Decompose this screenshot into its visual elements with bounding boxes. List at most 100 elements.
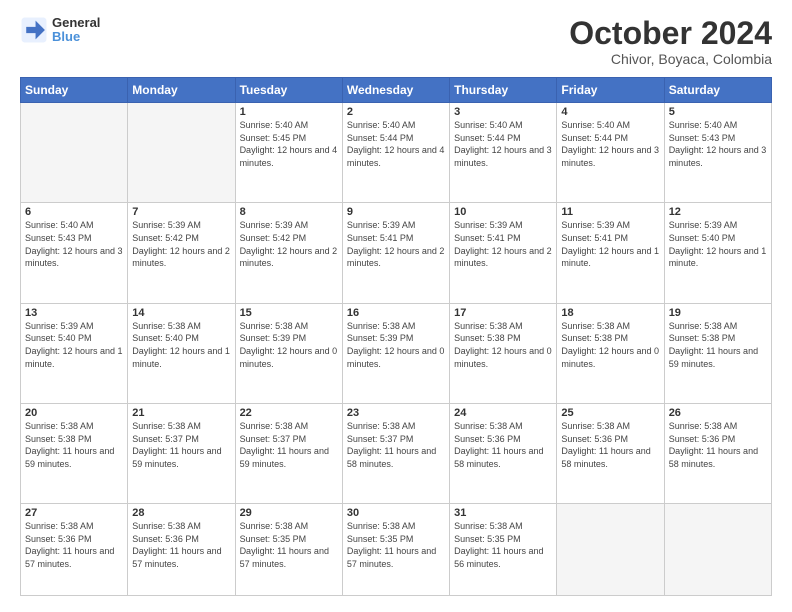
week-row-1: 6Sunrise: 5:40 AM Sunset: 5:43 PM Daylig… xyxy=(21,203,772,303)
day-cell: 9Sunrise: 5:39 AM Sunset: 5:41 PM Daylig… xyxy=(342,203,449,303)
day-info: Sunrise: 5:38 AM Sunset: 5:40 PM Dayligh… xyxy=(132,320,230,370)
day-number: 9 xyxy=(347,206,445,218)
day-number: 22 xyxy=(240,407,338,419)
day-cell: 12Sunrise: 5:39 AM Sunset: 5:40 PM Dayli… xyxy=(664,203,771,303)
day-cell: 17Sunrise: 5:38 AM Sunset: 5:38 PM Dayli… xyxy=(450,303,557,403)
logo-line2: Blue xyxy=(52,30,100,44)
day-number: 30 xyxy=(347,507,445,519)
day-number: 3 xyxy=(454,106,552,118)
day-number: 13 xyxy=(25,307,123,319)
day-number: 2 xyxy=(347,106,445,118)
day-info: Sunrise: 5:38 AM Sunset: 5:39 PM Dayligh… xyxy=(240,320,338,370)
day-info: Sunrise: 5:38 AM Sunset: 5:36 PM Dayligh… xyxy=(132,520,230,570)
day-number: 12 xyxy=(669,206,767,218)
day-cell: 13Sunrise: 5:39 AM Sunset: 5:40 PM Dayli… xyxy=(21,303,128,403)
calendar-table: Sunday Monday Tuesday Wednesday Thursday… xyxy=(20,77,772,596)
day-number: 1 xyxy=(240,106,338,118)
day-info: Sunrise: 5:38 AM Sunset: 5:36 PM Dayligh… xyxy=(669,420,767,470)
day-info: Sunrise: 5:38 AM Sunset: 5:35 PM Dayligh… xyxy=(240,520,338,570)
day-cell: 5Sunrise: 5:40 AM Sunset: 5:43 PM Daylig… xyxy=(664,103,771,203)
day-info: Sunrise: 5:38 AM Sunset: 5:36 PM Dayligh… xyxy=(25,520,123,570)
day-cell: 21Sunrise: 5:38 AM Sunset: 5:37 PM Dayli… xyxy=(128,403,235,503)
day-info: Sunrise: 5:39 AM Sunset: 5:41 PM Dayligh… xyxy=(561,219,659,269)
day-cell: 6Sunrise: 5:40 AM Sunset: 5:43 PM Daylig… xyxy=(21,203,128,303)
week-row-0: 1Sunrise: 5:40 AM Sunset: 5:45 PM Daylig… xyxy=(21,103,772,203)
day-number: 21 xyxy=(132,407,230,419)
day-cell: 31Sunrise: 5:38 AM Sunset: 5:35 PM Dayli… xyxy=(450,504,557,596)
week-row-3: 20Sunrise: 5:38 AM Sunset: 5:38 PM Dayli… xyxy=(21,403,772,503)
day-cell: 16Sunrise: 5:38 AM Sunset: 5:39 PM Dayli… xyxy=(342,303,449,403)
header-tuesday: Tuesday xyxy=(235,78,342,103)
day-info: Sunrise: 5:38 AM Sunset: 5:38 PM Dayligh… xyxy=(454,320,552,370)
day-number: 7 xyxy=(132,206,230,218)
header-wednesday: Wednesday xyxy=(342,78,449,103)
day-number: 17 xyxy=(454,307,552,319)
day-number: 25 xyxy=(561,407,659,419)
day-info: Sunrise: 5:38 AM Sunset: 5:37 PM Dayligh… xyxy=(240,420,338,470)
day-cell: 14Sunrise: 5:38 AM Sunset: 5:40 PM Dayli… xyxy=(128,303,235,403)
day-info: Sunrise: 5:38 AM Sunset: 5:35 PM Dayligh… xyxy=(454,520,552,570)
day-cell xyxy=(557,504,664,596)
day-number: 4 xyxy=(561,106,659,118)
day-number: 31 xyxy=(454,507,552,519)
header-saturday: Saturday xyxy=(664,78,771,103)
day-cell: 26Sunrise: 5:38 AM Sunset: 5:36 PM Dayli… xyxy=(664,403,771,503)
title-block: October 2024 Chivor, Boyaca, Colombia xyxy=(569,16,772,67)
day-info: Sunrise: 5:38 AM Sunset: 5:36 PM Dayligh… xyxy=(454,420,552,470)
day-cell: 20Sunrise: 5:38 AM Sunset: 5:38 PM Dayli… xyxy=(21,403,128,503)
header-monday: Monday xyxy=(128,78,235,103)
page: General Blue October 2024 Chivor, Boyaca… xyxy=(0,0,792,612)
day-number: 16 xyxy=(347,307,445,319)
day-cell xyxy=(21,103,128,203)
day-info: Sunrise: 5:40 AM Sunset: 5:43 PM Dayligh… xyxy=(669,119,767,169)
day-cell: 10Sunrise: 5:39 AM Sunset: 5:41 PM Dayli… xyxy=(450,203,557,303)
day-info: Sunrise: 5:40 AM Sunset: 5:45 PM Dayligh… xyxy=(240,119,338,169)
day-number: 20 xyxy=(25,407,123,419)
logo-text: General Blue xyxy=(52,16,100,45)
day-info: Sunrise: 5:39 AM Sunset: 5:41 PM Dayligh… xyxy=(454,219,552,269)
day-info: Sunrise: 5:40 AM Sunset: 5:44 PM Dayligh… xyxy=(561,119,659,169)
day-number: 6 xyxy=(25,206,123,218)
day-cell: 19Sunrise: 5:38 AM Sunset: 5:38 PM Dayli… xyxy=(664,303,771,403)
day-number: 11 xyxy=(561,206,659,218)
day-number: 18 xyxy=(561,307,659,319)
day-info: Sunrise: 5:40 AM Sunset: 5:44 PM Dayligh… xyxy=(454,119,552,169)
calendar-title: October 2024 xyxy=(569,16,772,51)
day-cell: 3Sunrise: 5:40 AM Sunset: 5:44 PM Daylig… xyxy=(450,103,557,203)
day-number: 10 xyxy=(454,206,552,218)
day-number: 24 xyxy=(454,407,552,419)
logo: General Blue xyxy=(20,16,100,45)
logo-icon xyxy=(20,16,48,44)
day-cell: 4Sunrise: 5:40 AM Sunset: 5:44 PM Daylig… xyxy=(557,103,664,203)
day-cell: 28Sunrise: 5:38 AM Sunset: 5:36 PM Dayli… xyxy=(128,504,235,596)
day-cell: 27Sunrise: 5:38 AM Sunset: 5:36 PM Dayli… xyxy=(21,504,128,596)
day-info: Sunrise: 5:38 AM Sunset: 5:38 PM Dayligh… xyxy=(669,320,767,370)
day-cell: 7Sunrise: 5:39 AM Sunset: 5:42 PM Daylig… xyxy=(128,203,235,303)
day-number: 26 xyxy=(669,407,767,419)
day-cell xyxy=(664,504,771,596)
day-info: Sunrise: 5:39 AM Sunset: 5:42 PM Dayligh… xyxy=(132,219,230,269)
day-info: Sunrise: 5:39 AM Sunset: 5:42 PM Dayligh… xyxy=(240,219,338,269)
day-info: Sunrise: 5:38 AM Sunset: 5:38 PM Dayligh… xyxy=(561,320,659,370)
header-thursday: Thursday xyxy=(450,78,557,103)
day-cell: 29Sunrise: 5:38 AM Sunset: 5:35 PM Dayli… xyxy=(235,504,342,596)
day-number: 23 xyxy=(347,407,445,419)
day-info: Sunrise: 5:38 AM Sunset: 5:38 PM Dayligh… xyxy=(25,420,123,470)
day-cell xyxy=(128,103,235,203)
week-row-2: 13Sunrise: 5:39 AM Sunset: 5:40 PM Dayli… xyxy=(21,303,772,403)
day-cell: 2Sunrise: 5:40 AM Sunset: 5:44 PM Daylig… xyxy=(342,103,449,203)
day-number: 14 xyxy=(132,307,230,319)
day-info: Sunrise: 5:38 AM Sunset: 5:37 PM Dayligh… xyxy=(132,420,230,470)
day-cell: 22Sunrise: 5:38 AM Sunset: 5:37 PM Dayli… xyxy=(235,403,342,503)
day-info: Sunrise: 5:39 AM Sunset: 5:40 PM Dayligh… xyxy=(25,320,123,370)
day-info: Sunrise: 5:40 AM Sunset: 5:44 PM Dayligh… xyxy=(347,119,445,169)
day-info: Sunrise: 5:38 AM Sunset: 5:35 PM Dayligh… xyxy=(347,520,445,570)
header-sunday: Sunday xyxy=(21,78,128,103)
day-number: 19 xyxy=(669,307,767,319)
day-cell: 11Sunrise: 5:39 AM Sunset: 5:41 PM Dayli… xyxy=(557,203,664,303)
logo-line1: General xyxy=(52,16,100,30)
day-cell: 30Sunrise: 5:38 AM Sunset: 5:35 PM Dayli… xyxy=(342,504,449,596)
day-cell: 25Sunrise: 5:38 AM Sunset: 5:36 PM Dayli… xyxy=(557,403,664,503)
header: General Blue October 2024 Chivor, Boyaca… xyxy=(20,16,772,67)
week-row-4: 27Sunrise: 5:38 AM Sunset: 5:36 PM Dayli… xyxy=(21,504,772,596)
